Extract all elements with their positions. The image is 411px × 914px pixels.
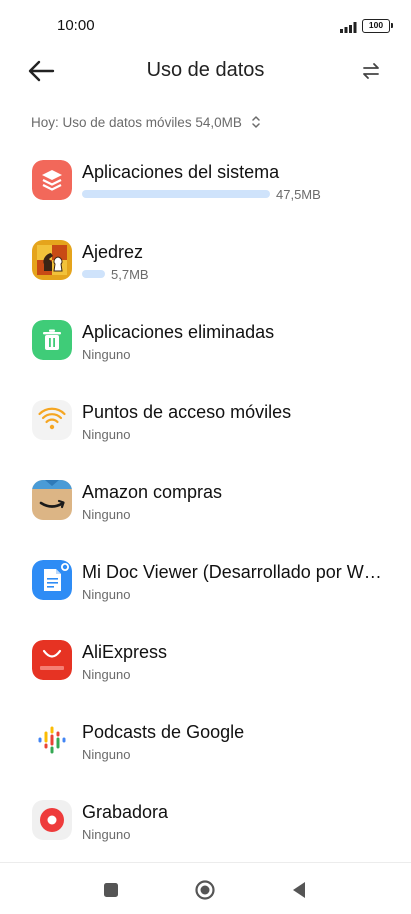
usage-value: 47,5MB: [276, 186, 321, 202]
list-item[interactable]: Puntos de acceso móviles Ninguno: [0, 380, 411, 460]
trash-icon: [32, 320, 72, 360]
usage-value: 5,7MB: [111, 266, 149, 282]
battery-icon: 100: [362, 19, 393, 33]
status-time: 10:00: [57, 17, 95, 34]
chess-icon: [32, 240, 72, 280]
battery-level: 100: [368, 20, 384, 30]
signal-icon: [340, 22, 357, 33]
app-usage-status: Ninguno: [82, 747, 131, 762]
app-usage-status: Ninguno: [82, 667, 131, 682]
app-name: Puntos de acceso móviles: [82, 402, 292, 422]
app-usage-status: Ninguno: [82, 827, 131, 842]
status-bar: 10:00 100: [0, 0, 411, 52]
list-item[interactable]: Podcasts de Google Ninguno: [0, 700, 411, 780]
app-name: Grabadora: [82, 802, 169, 822]
google-podcasts-icon: [32, 720, 72, 760]
list-item[interactable]: Grabadora Ninguno: [0, 780, 411, 860]
app-usage-status: Ninguno: [82, 587, 131, 602]
app-name: AliExpress: [82, 642, 168, 662]
app-list: Aplicaciones del sistema 47,5MB Ajedrez …: [0, 140, 411, 860]
app-usage-status: Ninguno: [82, 507, 131, 522]
wifi-hotspot-icon: [32, 400, 72, 440]
usage-meter: 5,7MB: [82, 266, 149, 282]
list-item[interactable]: AliExpress Ninguno: [0, 620, 411, 700]
list-item[interactable]: Mi Doc Viewer (Desarrollado por WPS Offi…: [0, 540, 411, 620]
app-name: Mi Doc Viewer (Desarrollado por WPS Offi…: [82, 562, 382, 582]
circle-home-icon[interactable]: [194, 879, 216, 901]
swap-icon[interactable]: [360, 60, 382, 82]
app-name: Aplicaciones del sistema: [82, 162, 280, 182]
aliexpress-icon: [32, 640, 72, 680]
app-usage-status: Ninguno: [82, 427, 131, 442]
usage-bar: [82, 270, 105, 278]
list-item[interactable]: Amazon compras Ninguno: [0, 460, 411, 540]
app-name: Amazon compras: [82, 482, 223, 502]
list-item[interactable]: Aplicaciones eliminadas Ninguno: [0, 300, 411, 380]
app-usage-status: Ninguno: [82, 347, 131, 362]
usage-meter: 47,5MB: [82, 186, 321, 202]
amazon-icon: [32, 480, 72, 520]
data-usage-summary[interactable]: Hoy: Uso de datos móviles 54,0MB: [31, 112, 262, 132]
app-name: Podcasts de Google: [82, 722, 245, 742]
navigation-bar: [0, 862, 411, 914]
system-apps-icon: [32, 160, 72, 200]
header: Uso de datos: [0, 52, 411, 92]
list-item[interactable]: Aplicaciones del sistema 47,5MB: [0, 140, 411, 220]
square-icon[interactable]: [100, 879, 122, 901]
summary-label: Hoy: Uso de datos móviles 54,0MB: [31, 114, 242, 130]
chevron-up-down-icon: [252, 116, 260, 128]
recorder-icon: [32, 800, 72, 840]
doc-viewer-icon: [32, 560, 72, 600]
usage-bar: [82, 190, 270, 198]
list-item[interactable]: Ajedrez 5,7MB: [0, 220, 411, 300]
page-title: Uso de datos: [146, 59, 265, 81]
app-name: Ajedrez: [82, 242, 144, 262]
triangle-back-icon[interactable]: [288, 879, 310, 901]
app-name: Aplicaciones eliminadas: [82, 322, 275, 342]
